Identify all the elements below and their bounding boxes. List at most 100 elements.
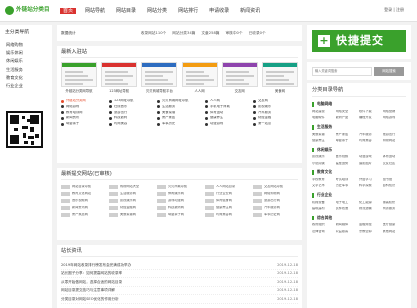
category-link[interactable]: 化工能源 [359, 201, 383, 205]
recent-site-link[interactable]: 军事历史网 [253, 213, 298, 217]
category-link[interactable]: 时尚美容 [359, 139, 383, 143]
category-link[interactable]: 小说阅读 [312, 162, 336, 166]
site-link[interactable]: 旅游出行 [109, 111, 154, 115]
recent-site-link[interactable]: 房产家居网 [61, 213, 106, 217]
recent-site-link[interactable]: 汽车服务网 [253, 206, 298, 210]
category-link[interactable]: 农林牧渔 [336, 207, 360, 211]
site-link[interactable]: 人人网 [205, 99, 250, 103]
category-link[interactable]: 宗教信仰 [359, 230, 383, 234]
recent-site-link[interactable]: 影视娱乐网 [109, 199, 154, 203]
category-link[interactable]: 建筑建材 [312, 207, 336, 211]
category-link[interactable]: 美食菜谱 [312, 133, 336, 137]
recent-site-link[interactable]: 美食菜谱网 [109, 213, 154, 217]
sidebar-category-item[interactable]: 行业企业 [6, 83, 52, 91]
category-link[interactable]: 网络安全 [336, 110, 360, 114]
category-link[interactable]: 机械设备 [312, 201, 336, 205]
recent-site-link[interactable]: 游戏动漫网 [157, 199, 202, 203]
site-link[interactable]: 网络游戏 [61, 105, 106, 109]
category-link[interactable]: 物流运输 [359, 207, 383, 211]
category-link[interactable]: 科学探索 [359, 184, 383, 188]
nav-item[interactable]: 网站导航 [85, 8, 105, 14]
sidebar-category-item[interactable]: 休闲娱乐 [6, 58, 52, 66]
site-logo[interactable]: 外链站分类目 [5, 6, 50, 15]
category-link[interactable]: 图书馆 [383, 178, 407, 182]
recent-site-link[interactable]: 健康养生网 [205, 206, 250, 210]
recent-site-link[interactable]: 体育健身网 [205, 199, 250, 203]
site-link[interactable]: 教育培训网 [61, 111, 106, 115]
nav-item[interactable]: 新闻资讯 [240, 8, 260, 14]
site-link[interactable]: 手机电子商城 [205, 105, 250, 109]
nav-item[interactable]: 网站排行 [178, 8, 198, 14]
category-link[interactable]: 商务服务 [383, 207, 407, 211]
recent-site-link[interactable]: 交友网站导航 [253, 185, 298, 189]
category-link[interactable]: 软件下载 [359, 110, 383, 114]
category-link[interactable]: 文学艺术 [312, 184, 336, 188]
search-input[interactable] [312, 66, 372, 76]
category-link[interactable]: 旅游出行 [383, 133, 407, 137]
sidebar-category-item[interactable]: 生活服务 [6, 67, 52, 75]
category-link[interactable]: 医疗健康 [383, 223, 407, 227]
category-link[interactable]: 交友社区 [383, 162, 407, 166]
news-item[interactable]: 2019年网站收录排行榜发布会完满成功举办 2019-12-18 [61, 261, 298, 270]
site-link[interactable]: 影视娱乐 [253, 105, 298, 109]
sidebar-category-item[interactable]: 教育文化 [6, 75, 52, 83]
category-link[interactable]: 服装纺织 [383, 201, 407, 205]
category-link[interactable]: 电子电工 [336, 201, 360, 205]
nav-item[interactable]: 网站目录 [116, 8, 136, 14]
site-link[interactable]: 动漫游戏 [205, 122, 250, 126]
search-button[interactable]: 网站搜索 [374, 66, 404, 76]
site-link[interactable]: 123网址导航 [109, 99, 154, 103]
recent-site-link[interactable]: 科技数码网 [157, 206, 202, 210]
category-link[interactable]: 影视娱乐 [312, 155, 336, 159]
quick-submit-button[interactable]: + 快捷提交 [312, 30, 406, 52]
category-link[interactable]: 考试培训 [336, 178, 360, 182]
site-link[interactable]: 汽车服务 [253, 111, 298, 115]
news-item[interactable]: 站长圈子分享：如何提高网站的收录率 2019-12-18 [61, 270, 298, 278]
recent-site-link[interactable]: 新闻资讯网 [61, 206, 106, 210]
category-link[interactable]: 网站建设 [312, 110, 336, 114]
news-item[interactable]: 网站目录提交技巧与注意事项详解 2019-12-18 [61, 287, 298, 295]
site-card[interactable]: 交友网 [221, 62, 258, 93]
site-link[interactable]: 体育运动 [205, 111, 250, 115]
site-card[interactable]: 美食网 [261, 62, 298, 93]
site-card[interactable]: 人人网 [181, 62, 218, 93]
site-link[interactable]: 第一站点 [253, 122, 298, 126]
site-link[interactable]: 母婴亲子 [61, 122, 106, 126]
site-link[interactable]: 交友网 [253, 99, 298, 103]
recent-site-link[interactable]: 母婴亲子网 [157, 213, 202, 217]
site-link[interactable]: 生活服务 [157, 105, 202, 109]
news-item[interactable]: 分类目录对网站SEO优化的作用分析 2019-12-18 [61, 295, 298, 304]
site-link[interactable]: 军事历史 [157, 122, 202, 126]
nav-home[interactable]: 首页 [60, 8, 77, 14]
recent-site-link[interactable]: 时尚美容网 [205, 213, 250, 217]
category-link[interactable]: 网络游戏 [383, 116, 407, 120]
category-link[interactable]: 其他网站 [383, 230, 407, 234]
site-link[interactable]: 美食菜谱 [157, 111, 202, 115]
login-register-links[interactable]: 登录 | 注册 [384, 7, 404, 13]
recent-site-link[interactable]: 网站目录导航 [61, 185, 106, 189]
recent-site-link[interactable]: 行业企业网 [205, 192, 250, 196]
recent-site-link[interactable]: 网络购物网 [253, 192, 298, 196]
recent-site-link[interactable]: 旅游出行网 [253, 199, 298, 203]
site-link[interactable]: 房产家居 [157, 116, 202, 120]
site-link[interactable]: 时尚美容 [109, 122, 154, 126]
recent-site-link[interactable]: 贝贝商城导航 [157, 185, 202, 189]
recent-site-link[interactable]: 教育文化网站 [61, 192, 106, 196]
category-link[interactable]: 公益慈善 [336, 230, 360, 234]
recent-site-link[interactable]: 生活服务网 [109, 192, 154, 196]
category-link[interactable]: 摄影图片 [359, 162, 383, 166]
site-card[interactable]: 123网址导航 [101, 62, 138, 93]
site-link[interactable]: 财经金融 [253, 116, 298, 120]
category-link[interactable]: 星座运势 [336, 162, 360, 166]
nav-item[interactable]: 申请收录 [209, 8, 229, 14]
category-link[interactable]: 百科知识 [383, 184, 407, 188]
category-link[interactable]: 新闻媒体 [336, 223, 360, 227]
site-card[interactable]: 外链站分类网导航 [61, 62, 97, 93]
recent-site-link[interactable]: 休闲娱乐网 [157, 192, 202, 196]
recent-site-link[interactable]: 人人网站目录 [205, 185, 250, 189]
category-link[interactable]: 历史军事 [336, 184, 360, 188]
category-link[interactable]: 数码产品 [336, 116, 360, 120]
category-link[interactable]: 学校教育 [312, 178, 336, 182]
category-link[interactable]: 母婴亲子 [336, 139, 360, 143]
news-item[interactable]: 从零开始做网站，选择合适的网站目录 2019-12-18 [61, 278, 298, 287]
